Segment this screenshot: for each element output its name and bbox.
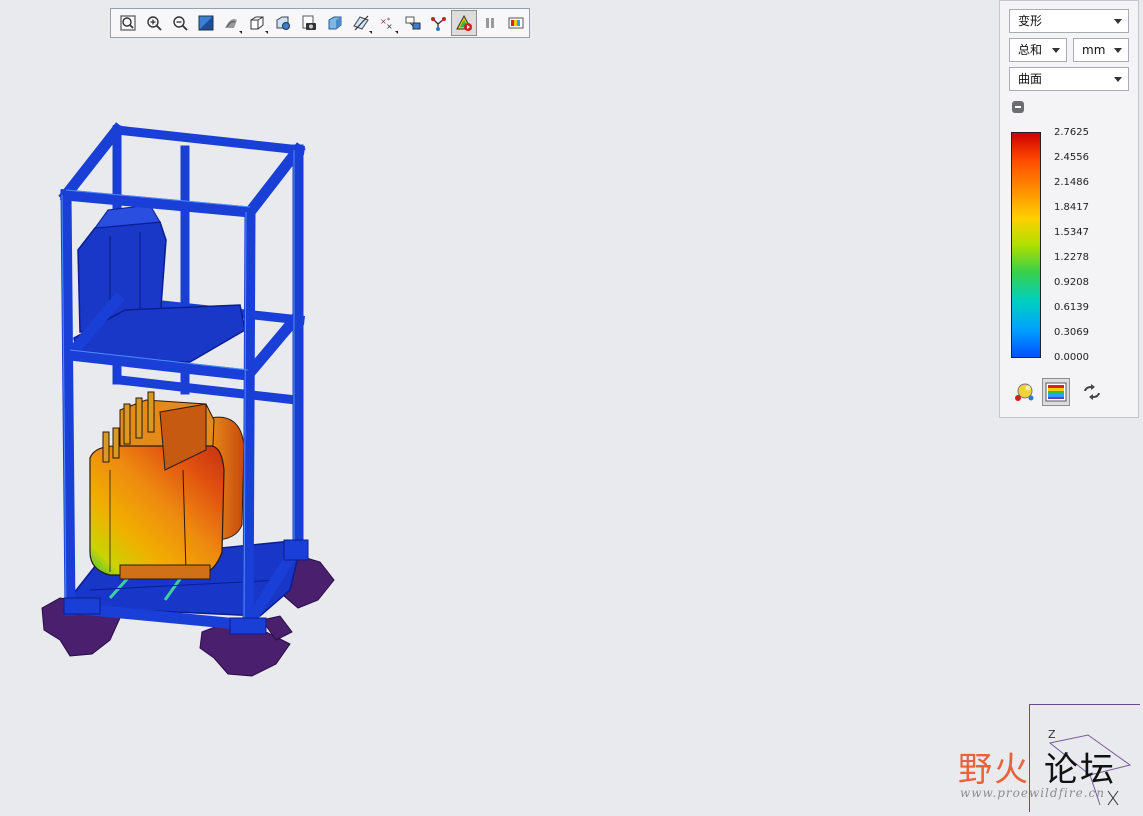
color-map-icon xyxy=(1045,382,1067,402)
deformation-result-model xyxy=(41,122,335,677)
color-scale-bar xyxy=(1011,132,1041,358)
repaint-icon xyxy=(198,15,214,31)
shaded-display-icon xyxy=(328,16,342,30)
saved-orientations-button[interactable] xyxy=(244,10,270,36)
legend-settings-button[interactable] xyxy=(1010,378,1038,406)
datum-display-icon xyxy=(353,15,369,31)
connections-button[interactable] xyxy=(426,10,452,36)
annotation-display-button[interactable]: × × * xyxy=(374,10,400,36)
connections-icon xyxy=(431,17,447,31)
spin-center-icon xyxy=(405,16,421,30)
swap-scale-button[interactable] xyxy=(1078,378,1106,406)
pause-icon xyxy=(486,18,495,28)
units-dropdown[interactable]: mm xyxy=(1073,38,1129,62)
triad-axis-label: Z xyxy=(1048,728,1056,741)
legend-value-0: 2.7625 xyxy=(1054,127,1089,138)
shaded-display-button[interactable] xyxy=(322,10,348,36)
refit-button[interactable] xyxy=(115,10,141,36)
result-animation-button[interactable] xyxy=(451,10,478,36)
svg-text:*: * xyxy=(387,17,390,24)
swap-arrows-icon xyxy=(1084,384,1100,400)
forum-watermark: 野火 论坛 www.proewildfire.cn xyxy=(958,742,1143,802)
component-dropdown[interactable]: 总和 xyxy=(1009,38,1067,62)
display-style-button[interactable] xyxy=(219,10,245,36)
zoom-in-button[interactable] xyxy=(141,10,167,36)
display-value: 曲面 xyxy=(1018,72,1043,86)
legend-value-5: 1.2278 xyxy=(1054,252,1089,263)
units-value: mm xyxy=(1082,43,1106,57)
chevron-down-icon xyxy=(1052,48,1060,53)
watermark-text-left: 野火 xyxy=(958,750,1030,790)
graphics-toolbar: × × * xyxy=(110,8,530,38)
main-equipment-deformed xyxy=(89,391,245,580)
legend-settings-icon xyxy=(1015,383,1034,401)
legend-value-3: 1.8417 xyxy=(1054,202,1089,213)
legend-icon xyxy=(508,17,524,29)
graphics-viewport[interactable] xyxy=(0,40,1000,811)
component-value: 总和 xyxy=(1018,43,1043,57)
quantity-dropdown[interactable]: 变形 xyxy=(1009,9,1129,33)
spin-center-button[interactable] xyxy=(400,10,426,36)
legend-value-9: 0.0000 xyxy=(1054,352,1089,363)
legend-button[interactable] xyxy=(503,10,529,36)
zoom-in-icon xyxy=(147,16,162,31)
view-manager-icon xyxy=(276,16,291,30)
legend-value-6: 0.9208 xyxy=(1054,277,1089,288)
view-manager-button[interactable] xyxy=(270,10,296,36)
snapshot-icon xyxy=(302,15,317,30)
snapshot-button[interactable] xyxy=(296,10,322,36)
result-animation-icon xyxy=(456,14,473,31)
display-dropdown[interactable]: 曲面 xyxy=(1009,67,1129,91)
refit-icon xyxy=(120,15,136,31)
legend-value-7: 0.6139 xyxy=(1054,302,1089,313)
legend-value-4: 1.5347 xyxy=(1054,227,1089,238)
annotation-display-icon: ××* xyxy=(380,17,393,31)
chevron-down-icon xyxy=(1114,77,1122,82)
legend-value-8: 0.3069 xyxy=(1054,327,1089,338)
legend-value-1: 2.4556 xyxy=(1054,152,1089,163)
zoom-out-icon xyxy=(172,16,188,31)
zoom-out-button[interactable] xyxy=(167,10,193,36)
chevron-down-icon xyxy=(1114,19,1122,24)
collapse-legend-button[interactable] xyxy=(1012,101,1024,113)
datum-display-button[interactable] xyxy=(348,10,374,36)
chevron-down-icon xyxy=(1114,48,1122,53)
quantity-value: 变形 xyxy=(1018,14,1043,28)
watermark-text-right: 论坛 xyxy=(1044,750,1116,790)
saved-orientations-icon xyxy=(250,16,264,30)
legend-value-2: 2.1486 xyxy=(1054,177,1089,188)
color-map-button[interactable] xyxy=(1042,378,1070,406)
display-style-icon xyxy=(225,19,238,28)
pause-button[interactable] xyxy=(477,10,503,36)
result-legend-panel: 变形 总和 mm 曲面 2.7625 2.4556 2.1486 1.8417 1.53… xyxy=(999,0,1139,418)
repaint-button[interactable] xyxy=(193,10,219,36)
watermark-url: www.proewildfire.cn xyxy=(960,786,1105,800)
